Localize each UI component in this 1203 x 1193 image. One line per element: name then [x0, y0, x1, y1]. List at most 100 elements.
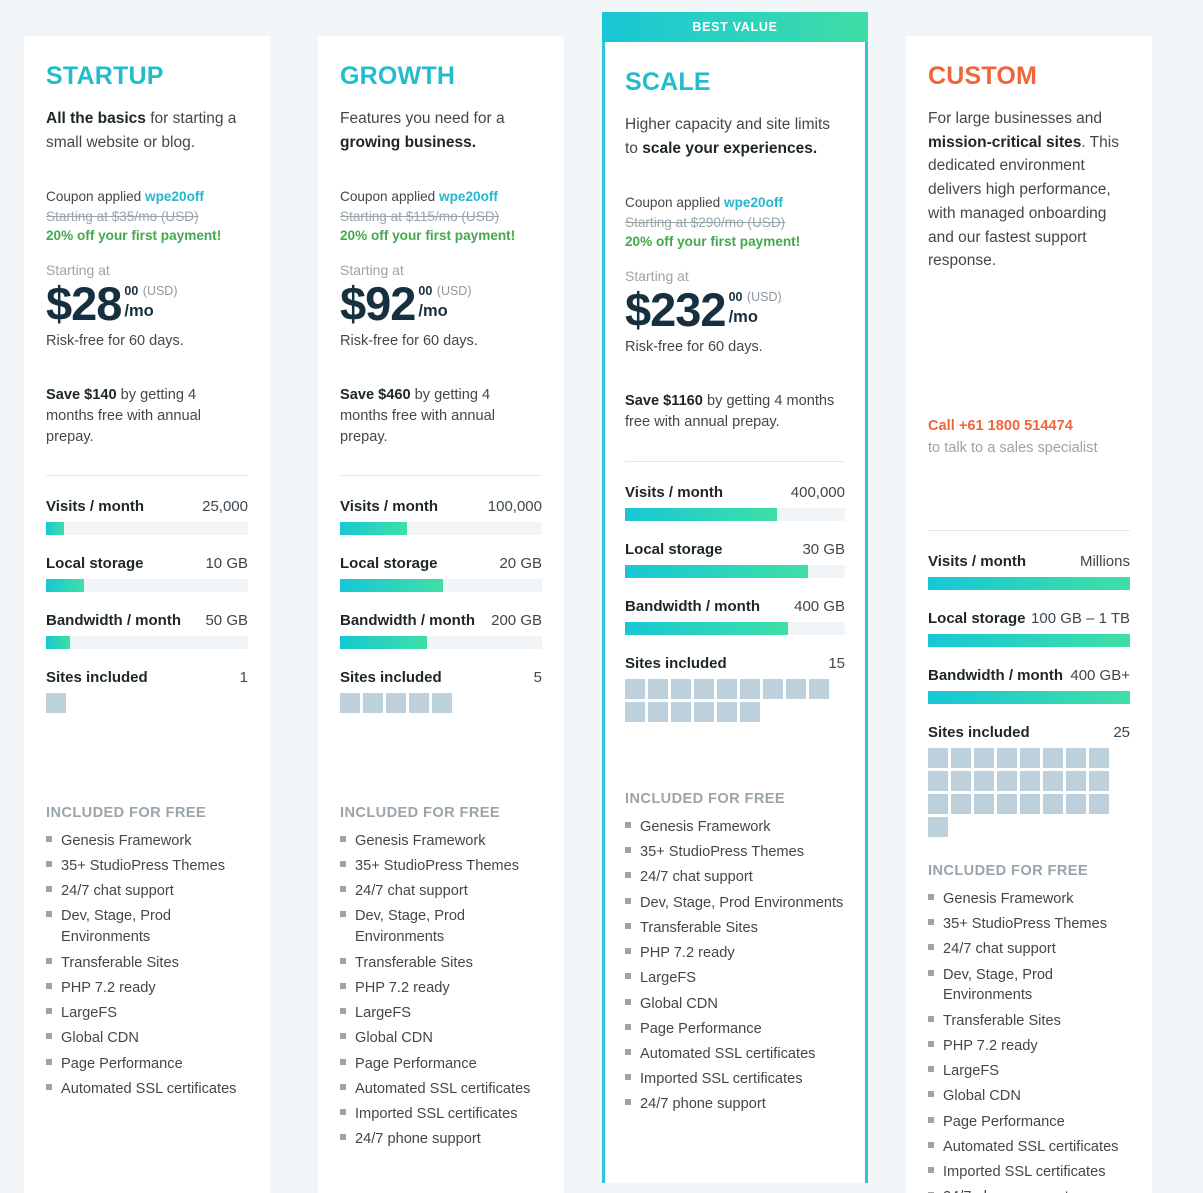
- site-square: [648, 701, 668, 722]
- feature-label: 24/7 chat support: [943, 941, 1056, 958]
- site-square: [409, 692, 429, 713]
- feature-item: LargeFS: [928, 1059, 1130, 1084]
- coupon-applied-line: Coupon applied wpe20off: [340, 189, 498, 204]
- bullet-square-icon: [928, 1167, 934, 1174]
- feature-label: Imported SSL certificates: [355, 1105, 518, 1122]
- sites-squares: [625, 678, 845, 722]
- plan-card-custom[interactable]: CUSTOM For large businesses and mission-c…: [906, 36, 1152, 1193]
- feature-label: 24/7 chat support: [61, 883, 174, 900]
- metric-value: 25: [1113, 723, 1130, 741]
- feature-label: Genesis Framework: [943, 890, 1074, 907]
- metric-bar-track: [928, 576, 1130, 590]
- starting-at-label: Starting at: [340, 261, 404, 278]
- bullet-square-icon: [625, 1074, 631, 1081]
- site-square: [740, 678, 760, 699]
- bullet-square-icon: [340, 1058, 346, 1065]
- metric-bar-fill: [928, 633, 1130, 647]
- bullet-square-icon: [46, 982, 52, 989]
- annual-savings-note: Save $460 by getting 4 months free with …: [340, 386, 495, 446]
- bullet-square-icon: [928, 1015, 934, 1022]
- original-price-line: Starting at $115/mo (USD): [340, 208, 500, 224]
- price-row: $232 00 (USD)/mo: [625, 286, 845, 333]
- price-cents: 00: [418, 283, 433, 298]
- plan-column-growth: GROWTH Features you need for a growing bu…: [294, 0, 588, 1193]
- feature-item: 24/7 chat support: [340, 879, 542, 904]
- site-square: [1089, 747, 1109, 768]
- site-square: [1089, 793, 1109, 814]
- metric-bandwidth: Bandwidth / month 400 GB+: [928, 667, 1130, 704]
- metric-visits: Visits / month 25,000: [46, 498, 248, 535]
- metric-bar-fill: [625, 564, 808, 578]
- metric-value: 30 GB: [802, 540, 845, 558]
- coupon-code[interactable]: wpe20off: [724, 195, 783, 210]
- metric-value: 5: [533, 668, 542, 686]
- metric-visits: Visits / month 400,000: [625, 484, 845, 521]
- site-square: [1020, 793, 1040, 814]
- feature-label: Genesis Framework: [355, 832, 486, 849]
- metric-bar-track: [46, 635, 248, 649]
- metric-bar-fill: [340, 521, 407, 535]
- bullet-square-icon: [625, 1048, 631, 1055]
- metric-visits: Visits / month 100,000: [340, 498, 542, 535]
- price-period: /mo: [728, 307, 758, 326]
- metric-label: Local storage: [625, 540, 723, 558]
- metric-value: 200 GB: [491, 611, 542, 629]
- sales-phone-number[interactable]: Call +61 1800 514474: [928, 416, 1130, 438]
- feature-label: PHP 7.2 ready: [61, 979, 156, 996]
- bullet-square-icon: [340, 1134, 346, 1141]
- coupon-block: Coupon applied wpe20off Starting at $115/…: [340, 187, 542, 246]
- feature-item: Genesis Framework: [625, 815, 845, 840]
- site-square: [1043, 770, 1063, 791]
- coupon-code[interactable]: wpe20off: [439, 189, 498, 204]
- original-price-line: Starting at $290/mo (USD): [625, 214, 786, 230]
- metric-bar-fill: [46, 635, 71, 649]
- plan-card-growth[interactable]: GROWTH Features you need for a growing bu…: [318, 36, 564, 1193]
- site-square: [928, 816, 948, 837]
- coupon-code[interactable]: wpe20off: [145, 189, 204, 204]
- site-square: [974, 747, 994, 768]
- feature-list: Genesis Framework 35+ StudioPress Themes 2…: [928, 887, 1130, 1193]
- price-period: /mo: [124, 301, 154, 320]
- metric-bar-track: [625, 507, 845, 521]
- site-square: [809, 678, 829, 699]
- annual-savings-note: Save $140 by getting 4 months free with …: [46, 386, 201, 446]
- metric-label: Sites included: [340, 668, 442, 686]
- site-square: [786, 678, 806, 699]
- feature-item: Page Performance: [625, 1017, 845, 1042]
- site-square: [928, 747, 948, 768]
- feature-list: Genesis Framework 35+ StudioPress Themes 2…: [340, 829, 542, 1153]
- bullet-square-icon: [625, 872, 631, 879]
- feature-item: Automated SSL certificates: [928, 1135, 1130, 1160]
- site-square: [1043, 747, 1063, 768]
- metric-value: 100,000: [487, 497, 542, 515]
- feature-label: 35+ StudioPress Themes: [943, 916, 1108, 933]
- feature-item: Dev, Stage, Prod Environments: [46, 904, 248, 950]
- feature-item: LargeFS: [340, 1001, 542, 1026]
- bullet-square-icon: [46, 911, 52, 918]
- feature-item: PHP 7.2 ready: [46, 976, 248, 1001]
- metric-bar-fill: [340, 578, 444, 592]
- feature-label: Dev, Stage, Prod Environments: [640, 894, 844, 911]
- plan-card-startup[interactable]: STARTUP All the basics for starting a sma…: [24, 36, 270, 1193]
- feature-item: Global CDN: [625, 991, 845, 1016]
- metric-value: 10 GB: [205, 554, 248, 572]
- feature-item: PHP 7.2 ready: [928, 1034, 1130, 1059]
- feature-item: Automated SSL certificates: [46, 1077, 248, 1102]
- site-square: [997, 770, 1017, 791]
- site-square: [432, 692, 452, 713]
- price-row: $92 00 (USD)/mo: [340, 280, 542, 327]
- plan-card-scale[interactable]: SCALE Higher capacity and site limits to …: [602, 42, 868, 1183]
- plan-title: CUSTOM: [928, 62, 1038, 90]
- site-square: [340, 692, 360, 713]
- pricing-plans-grid: STARTUP All the basics for starting a sma…: [0, 0, 1203, 1193]
- feature-label: Imported SSL certificates: [943, 1164, 1106, 1181]
- feature-label: Page Performance: [61, 1055, 183, 1072]
- best-value-badge: BEST VALUE: [602, 12, 868, 42]
- feature-label: Page Performance: [355, 1055, 477, 1072]
- feature-item: 35+ StudioPress Themes: [340, 854, 542, 879]
- bullet-square-icon: [625, 1099, 631, 1106]
- feature-label: Transferable Sites: [943, 1012, 1061, 1029]
- price-period: /mo: [418, 301, 448, 320]
- price-amount: $92: [340, 276, 416, 330]
- bullet-square-icon: [46, 886, 52, 893]
